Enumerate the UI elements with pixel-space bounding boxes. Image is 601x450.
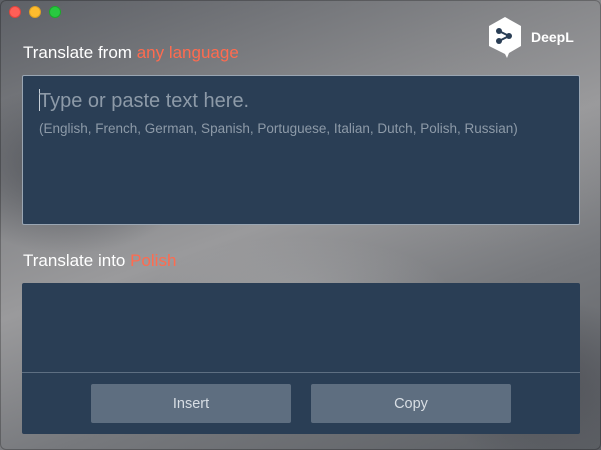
source-text-input[interactable]: Type or paste text here. (English, Frenc…	[22, 75, 580, 225]
output-divider	[22, 372, 580, 373]
source-placeholder: Type or paste text here.	[39, 90, 250, 112]
brand: DeepL	[487, 16, 574, 58]
target-language-selector[interactable]: Polish	[130, 251, 176, 270]
close-button[interactable]	[9, 6, 21, 18]
copy-button[interactable]: Copy	[311, 384, 511, 423]
window-controls	[9, 6, 61, 18]
deepl-window: DeepL Translate from any language Type o…	[0, 0, 601, 450]
source-label-prefix: Translate from	[23, 43, 137, 62]
brand-name: DeepL	[531, 29, 574, 45]
zoom-button[interactable]	[49, 6, 61, 18]
supported-languages-hint: (English, French, German, Spanish, Portu…	[39, 121, 518, 136]
source-language-label: Translate from any language	[23, 43, 239, 63]
target-language-label: Translate into Polish	[23, 251, 176, 271]
target-label-prefix: Translate into	[23, 251, 131, 270]
deepl-logo-icon	[487, 16, 523, 58]
insert-button[interactable]: Insert	[91, 384, 291, 423]
translation-output: Insert Copy	[22, 283, 580, 434]
minimize-button[interactable]	[29, 6, 41, 18]
source-language-selector[interactable]: any language	[137, 43, 239, 62]
